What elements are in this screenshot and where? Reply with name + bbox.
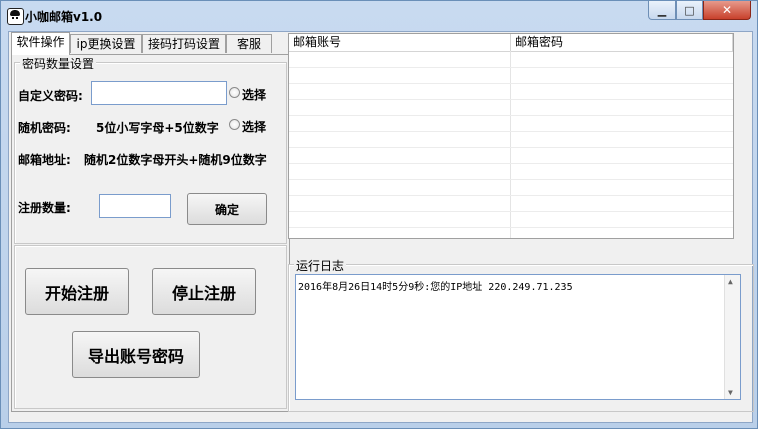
maximize-icon: □ xyxy=(684,3,695,17)
email-address-desc: 随机2位数字母开头+随机9位数字 xyxy=(84,153,267,167)
custom-password-label: 自定义密码: xyxy=(18,89,83,103)
table-row xyxy=(289,212,733,228)
register-count-label: 注册数量: xyxy=(18,201,71,215)
minimize-icon: ▁ xyxy=(657,3,667,17)
run-log-textbox[interactable]: 2016年8月26日14时5分9秒:您的IP地址 220.249.71.235 … xyxy=(295,274,741,400)
client-area: 软件操作 ip更换设置 接码打码设置 客服 密码数量设置 自定义密码: 选择 随… xyxy=(8,31,754,423)
table-row xyxy=(289,52,733,68)
custom-password-select-label: 选择 xyxy=(242,88,267,102)
tab-software-operation[interactable]: 软件操作 xyxy=(11,32,70,55)
random-password-label: 随机密码: xyxy=(18,121,71,135)
table-row xyxy=(289,100,733,116)
register-count-input[interactable] xyxy=(99,194,171,218)
stop-register-button[interactable]: 停止注册 xyxy=(152,268,256,315)
tab-customer-service[interactable]: 客服 xyxy=(226,34,272,53)
custom-password-input[interactable] xyxy=(91,81,227,105)
column-header-email-password[interactable]: 邮箱密码 xyxy=(511,34,733,51)
table-row xyxy=(289,132,733,148)
start-register-button[interactable]: 开始注册 xyxy=(25,268,129,315)
export-accounts-button[interactable]: 导出账号密码 xyxy=(72,331,200,378)
table-row xyxy=(289,180,733,196)
table-header: 邮箱账号 邮箱密码 xyxy=(289,34,733,52)
tab-panel: 密码数量设置 自定义密码: 选择 随机密码: 5位小写字母+5位数字 选择 邮箱… xyxy=(11,54,290,412)
table-row xyxy=(289,164,733,180)
window-title: 小咖邮箱v1.0 xyxy=(25,10,103,24)
minimize-button[interactable]: ▁ xyxy=(648,1,676,20)
close-icon: ✕ xyxy=(721,3,733,17)
close-button[interactable]: ✕ xyxy=(703,1,751,20)
scroll-up-icon[interactable]: ▲ xyxy=(728,277,733,286)
log-scrollbar[interactable]: ▲ ▼ xyxy=(724,275,740,399)
password-settings-legend: 密码数量设置 xyxy=(20,55,97,72)
table-row xyxy=(289,148,733,164)
actions-group: 开始注册 停止注册 导出账号密码 xyxy=(14,245,287,409)
tab-ip-settings[interactable]: ip更换设置 xyxy=(70,34,142,53)
app-icon xyxy=(7,8,24,25)
app-window: 小咖邮箱v1.0 ▁ □ ✕ 软件操作 ip更换设置 接码打码设置 客服 密码数… xyxy=(0,0,758,429)
accounts-table[interactable]: 邮箱账号 邮箱密码 xyxy=(288,33,734,239)
tab-captcha-settings[interactable]: 接码打码设置 xyxy=(142,34,226,53)
table-row xyxy=(289,196,733,212)
confirm-button[interactable]: 确定 xyxy=(187,193,267,225)
run-log-group: 运行日志 2016年8月26日14时5分9秒:您的IP地址 220.249.71… xyxy=(288,257,754,412)
custom-password-radio[interactable] xyxy=(229,87,240,98)
table-row xyxy=(289,68,733,84)
title-bar[interactable]: 小咖邮箱v1.0 ▁ □ ✕ xyxy=(1,1,757,31)
table-row xyxy=(289,116,733,132)
table-row xyxy=(289,84,733,100)
random-password-radio[interactable] xyxy=(229,119,240,130)
random-password-desc: 5位小写字母+5位数字 xyxy=(96,121,219,135)
password-settings-group: 密码数量设置 自定义密码: 选择 随机密码: 5位小写字母+5位数字 选择 邮箱… xyxy=(14,55,287,244)
email-address-label: 邮箱地址: xyxy=(18,153,71,167)
column-header-email-account[interactable]: 邮箱账号 xyxy=(289,34,511,51)
maximize-button[interactable]: □ xyxy=(676,1,703,20)
scroll-down-icon[interactable]: ▼ xyxy=(728,388,733,397)
run-log-legend: 运行日志 xyxy=(294,257,347,274)
log-line: 2016年8月26日14时5分9秒:您的IP地址 220.249.71.235 xyxy=(298,282,573,293)
random-password-select-label: 选择 xyxy=(242,120,267,134)
